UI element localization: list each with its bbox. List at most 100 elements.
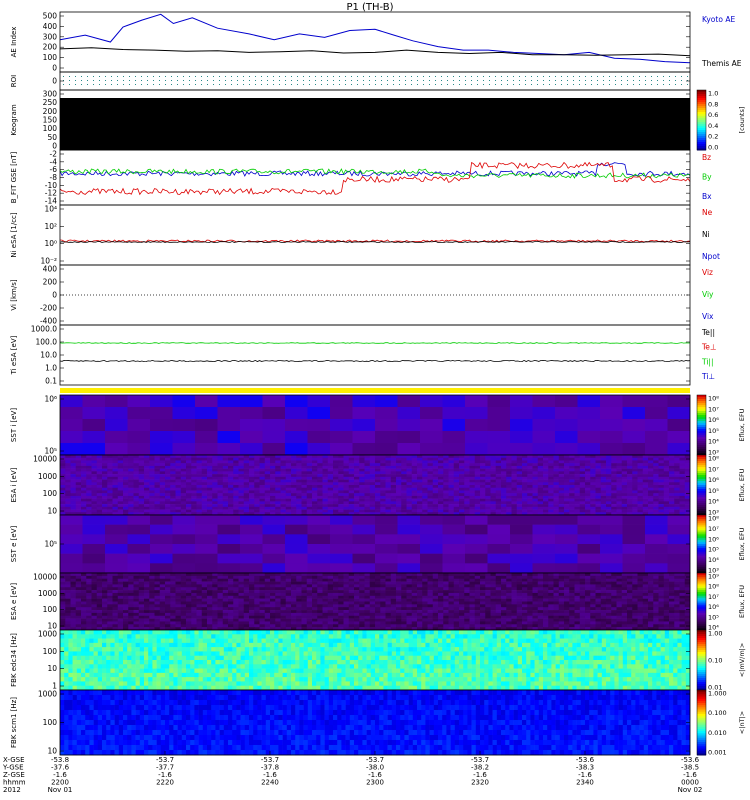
- esa_i-cell: [91, 493, 98, 497]
- esa_i-cell: [663, 490, 670, 494]
- esa_i-cell: [459, 457, 465, 461]
- esa_e-cell: [506, 578, 512, 582]
- esa_i-cell: [422, 468, 428, 472]
- roi-dot: [387, 84, 388, 85]
- esa_i-cell: [590, 479, 596, 483]
- sst_e-cell: [577, 544, 601, 554]
- esa_e-cell: [590, 584, 596, 588]
- esa_e-cell: [212, 581, 218, 585]
- esa_i-cell: [663, 485, 670, 489]
- esa_e-cell: [291, 584, 297, 588]
- esa_e-cell: [621, 592, 628, 597]
- esa_i-cell: [354, 487, 360, 491]
- esa_i-cell: [474, 490, 481, 494]
- esa_i-cell: [364, 455, 371, 459]
- esa_i-cell: [390, 498, 397, 502]
- esa_i-cell: [600, 487, 607, 491]
- esa_i-cell: [212, 463, 218, 467]
- esa_e-cell: [170, 590, 176, 594]
- esa_i-cell: [648, 474, 654, 478]
- esa_i-cell: [243, 501, 250, 505]
- esa_i-cell: [674, 465, 680, 469]
- esa_i-cell: [354, 498, 360, 502]
- sst_i-cell: [420, 395, 443, 408]
- esa_i-cell: [411, 495, 418, 499]
- esa_e-cell: [133, 604, 140, 608]
- esa_i-cell: [60, 485, 66, 489]
- roi-dot: [525, 76, 526, 77]
- esa_e-cell: [553, 598, 560, 602]
- esa_i-cell: [270, 495, 276, 499]
- roi-dot: [651, 84, 652, 85]
- esa_i-cell: [280, 457, 287, 461]
- esa_i-cell: [590, 468, 596, 472]
- ti-ylabel: Ti eSA [eV]: [10, 335, 18, 375]
- esa_e-cell: [65, 587, 71, 591]
- esa_i-cell: [65, 455, 71, 459]
- roi-dot: [645, 80, 646, 81]
- esa_e-cell: [81, 590, 87, 594]
- roi-dot: [375, 84, 376, 85]
- esa_i-cell: [180, 498, 187, 502]
- esa_i-cell: [359, 457, 365, 461]
- roi-dot: [591, 76, 592, 77]
- esa_i-cell: [443, 460, 449, 464]
- esa_i-cell: [564, 493, 570, 497]
- esa_i-cell: [123, 471, 129, 475]
- esa_i-cell: [280, 455, 287, 459]
- esa_i-cell: [595, 476, 602, 480]
- esa_i-cell: [390, 471, 397, 475]
- esa_i-cell: [480, 493, 486, 497]
- esa_i-cell: [275, 465, 281, 469]
- esa_i-cell: [532, 495, 539, 499]
- sst_i-cell: [105, 407, 128, 420]
- esa_i-cell: [359, 482, 365, 486]
- esa_i-cell: [285, 463, 292, 467]
- esa_e-cell: [679, 573, 686, 577]
- esa_i-cell: [532, 482, 539, 486]
- esa_e-cell: [170, 581, 176, 585]
- esa_e-cell: [516, 584, 523, 588]
- esa_i-cell: [186, 509, 192, 513]
- esa_e-cell: [259, 590, 266, 594]
- esa_e-cell: [401, 592, 407, 597]
- esa_i-cell: [96, 468, 103, 472]
- esa_e-cell: [558, 584, 565, 588]
- esa_e-cell: [490, 595, 497, 599]
- esa_i-cell: [632, 471, 638, 475]
- sst_i-cell: [555, 395, 578, 408]
- esa_i-cell: [233, 468, 239, 472]
- esa_i-cell: [327, 487, 334, 491]
- esa_e-cell: [380, 573, 386, 577]
- esa_i-cell: [438, 460, 444, 464]
- sst_i-cell: [195, 395, 218, 408]
- roi-dot: [357, 76, 358, 77]
- esa_i-cell: [343, 468, 350, 472]
- esa_e-cell: [443, 592, 449, 597]
- esa_i-cell: [474, 479, 481, 483]
- esa_e-cell: [128, 587, 134, 591]
- esa_i-cell: [359, 455, 365, 459]
- esa_i-cell: [501, 495, 507, 499]
- esa_e-cell: [91, 604, 98, 608]
- esa_e-cell: [401, 578, 407, 582]
- esa_e-cell: [212, 604, 218, 608]
- esa_e-cell: [270, 581, 276, 585]
- esa_e-cell: [396, 598, 402, 602]
- sst_i-cell: [487, 431, 511, 444]
- esa_e-cell: [343, 584, 350, 588]
- esa_e-cell: [364, 592, 371, 597]
- sst_e-cell: [330, 534, 353, 545]
- esa_i-cell: [642, 471, 649, 475]
- roi-dot: [153, 84, 154, 85]
- roi-dot: [519, 84, 520, 85]
- esa_i-cell: [117, 479, 124, 483]
- esa_i-cell: [432, 506, 439, 510]
- esa_i-cell: [86, 490, 92, 494]
- esa_e-cell: [579, 575, 586, 579]
- esa_e-cell: [65, 595, 71, 599]
- esa_i-cell: [165, 485, 171, 489]
- sst_e-cell: [262, 515, 286, 525]
- esa_e-cell: [270, 587, 276, 591]
- roi-dot: [327, 80, 328, 81]
